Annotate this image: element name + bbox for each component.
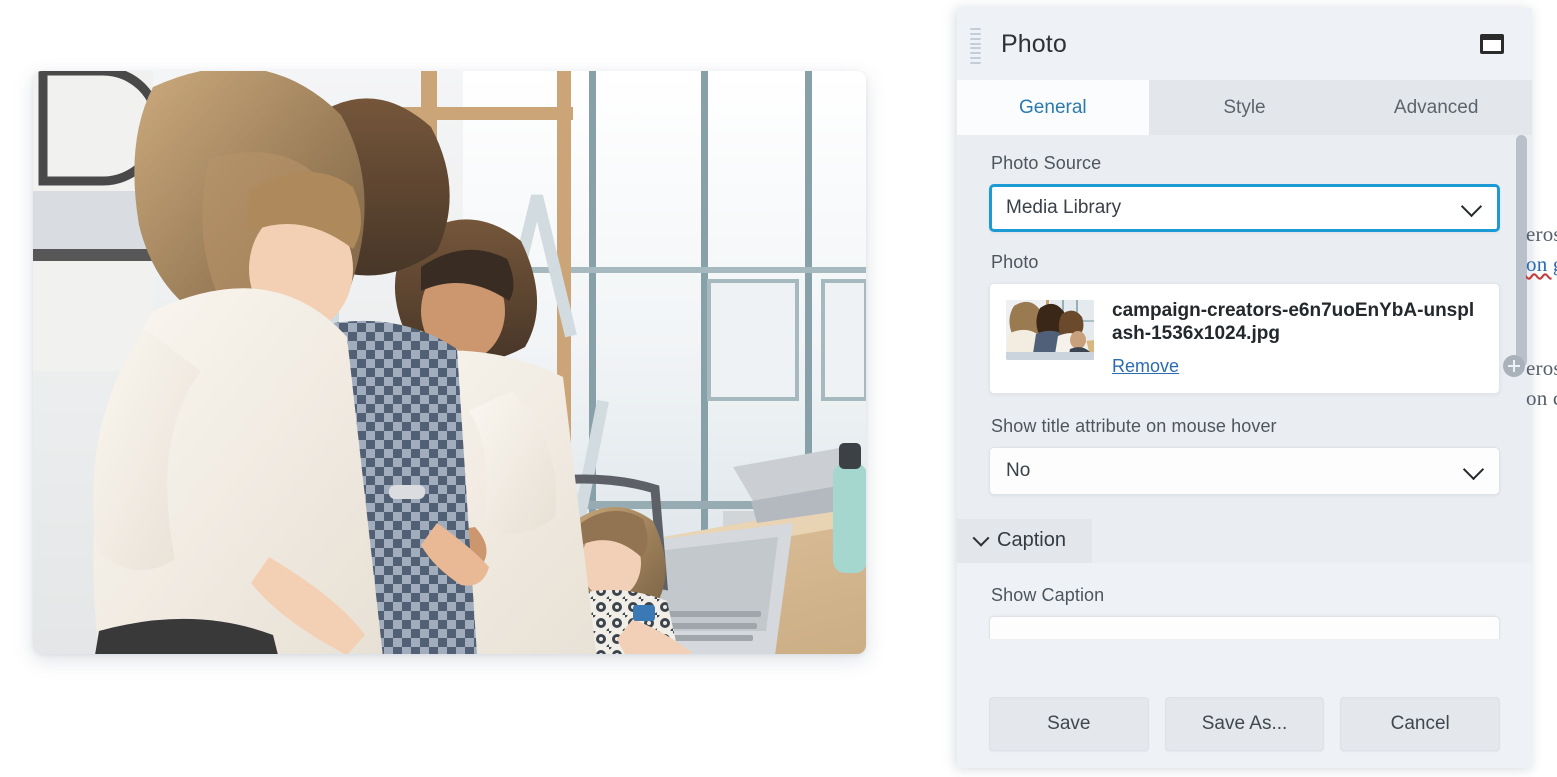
show-caption-select[interactable] [989,615,1500,639]
caption-section: Caption [957,518,1532,563]
tab-general[interactable]: General [957,80,1149,135]
general-section: Photo Source Media Library Photo campaig… [957,135,1532,519]
photo-label: Photo [991,252,1039,272]
canvas-area: eros on g eros on c [0,0,957,777]
scrollbar-thumb[interactable] [1516,135,1527,367]
panel-tabs: General Style Advanced [957,80,1532,135]
tab-general-label: General [1019,96,1087,118]
title-attribute-value: No [1006,459,1031,481]
window-restore-icon[interactable] [1480,34,1504,54]
caption-section-label: Caption [997,529,1066,552]
panel-title-bar: Photo [957,8,1532,80]
page-text-right-3: eros [1526,356,1557,380]
show-caption-label: Show Caption [991,584,1105,605]
photo-meta: campaign-creators-e6n7uoEnYbA-unsplash-1… [1112,300,1483,377]
caption-section-body: Show Caption [957,562,1532,639]
chevron-down-icon [1460,195,1483,218]
tab-style[interactable]: Style [1148,80,1341,135]
chevron-down-icon [1462,458,1485,480]
add-row-plus-handle[interactable] [1503,355,1525,377]
title-attribute-label: Show title attribute on mouse hover [991,415,1277,436]
photo-source-label: Photo Source [991,153,1102,173]
tab-style-label: Style [1223,96,1266,118]
panel-scroll-content: Photo Source Media Library Photo campaig… [957,135,1532,680]
cancel-button-label: Cancel [1390,713,1450,734]
page-title: Photo [1001,29,1067,58]
cancel-button[interactable]: Cancel [1340,697,1501,751]
panel-body: Photo Source Media Library Photo campaig… [957,135,1532,680]
photo-preview[interactable] [33,71,866,654]
drag-handle-icon[interactable] [970,28,981,64]
save-as-button-label: Save As... [1201,713,1288,734]
photo-source-value: Media Library [1006,197,1122,218]
page-text-right-4: on c [1526,386,1557,410]
page-text-right-1: eros [1526,222,1557,246]
photo-image [33,71,866,654]
photo-thumbnail[interactable] [1006,300,1094,360]
tab-advanced[interactable]: Advanced [1340,80,1532,135]
photo-settings-panel: Photo General Style Advanced Photo Sourc… [957,8,1532,768]
save-button[interactable]: Save [989,697,1149,751]
photo-chooser-card[interactable]: campaign-creators-e6n7uoEnYbA-unsplash-1… [989,283,1500,394]
save-as-button[interactable]: Save As... [1164,697,1325,751]
remove-photo-link[interactable]: Remove [1112,356,1179,377]
title-attribute-select[interactable]: No [989,446,1500,495]
page-text-right-2: on g [1526,252,1557,276]
photo-source-select[interactable]: Media Library [989,184,1500,232]
tab-advanced-label: Advanced [1393,96,1479,118]
chevron-down-icon [972,529,990,547]
caption-section-toggle[interactable]: Caption [957,518,1092,563]
save-button-label: Save [1047,713,1091,734]
panel-footer: Save Save As... Cancel [957,680,1532,768]
photo-filename: campaign-creators-e6n7uoEnYbA-unsplash-1… [1112,300,1475,344]
